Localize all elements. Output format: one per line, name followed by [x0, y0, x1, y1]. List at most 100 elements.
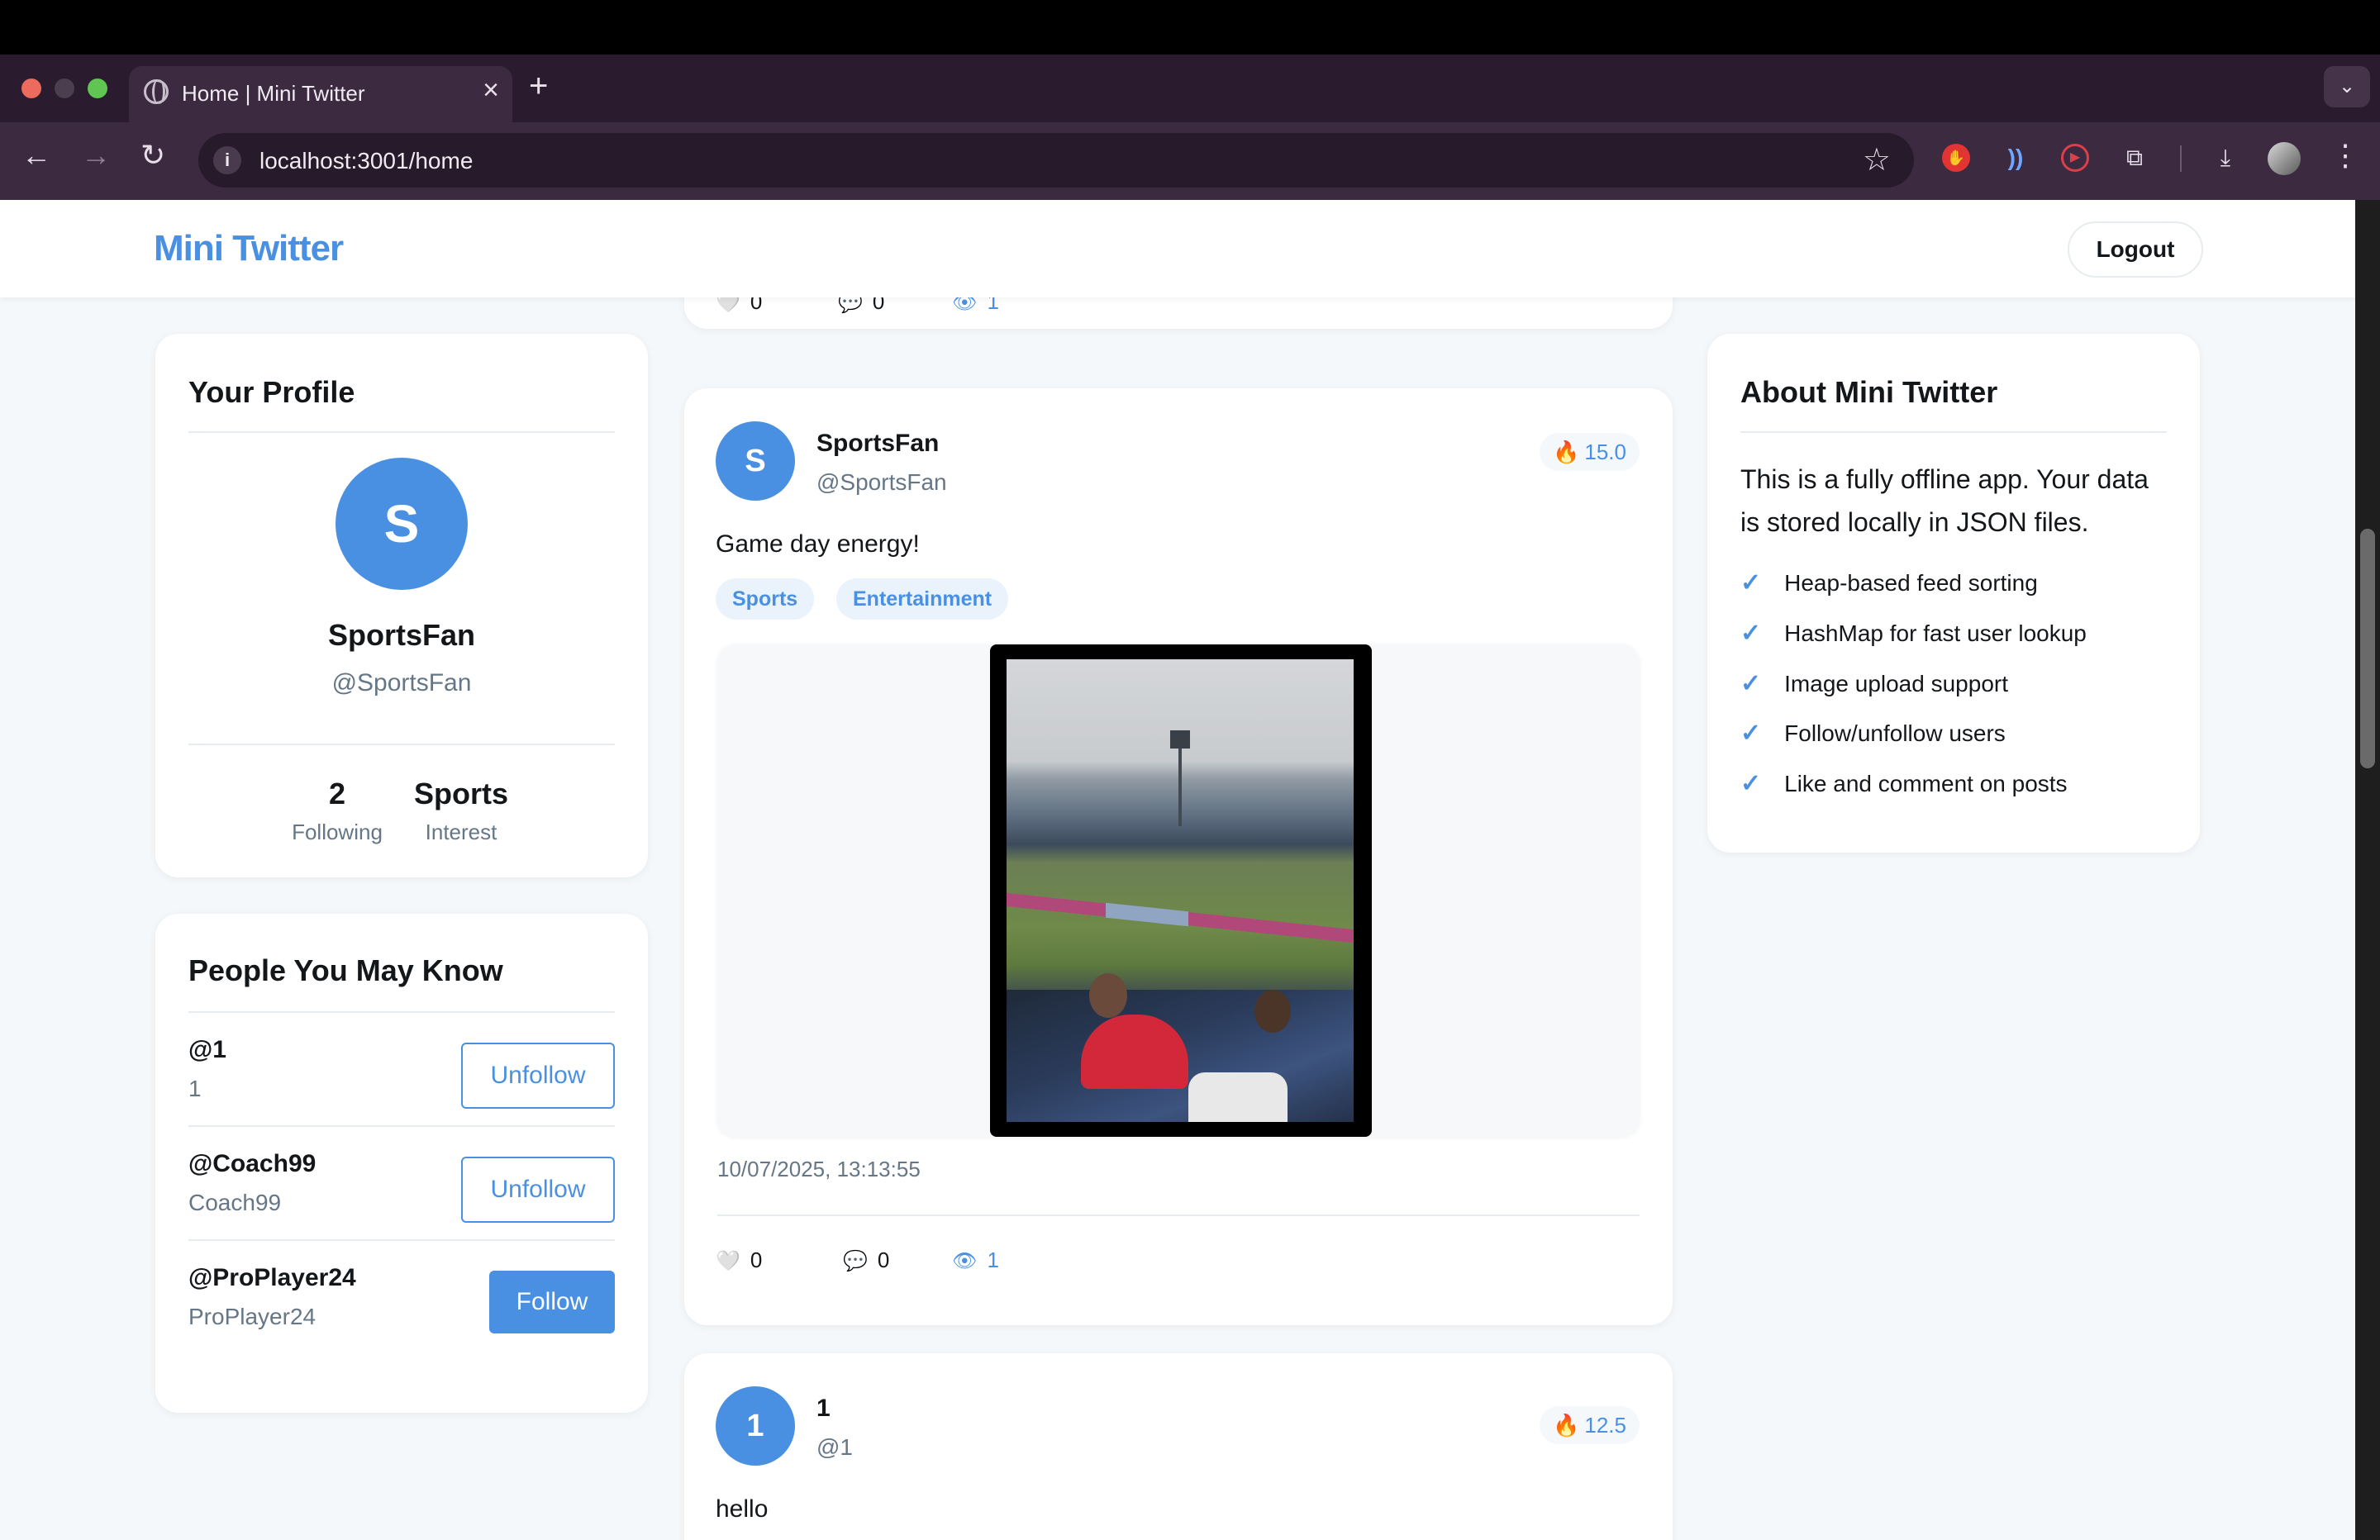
people-card-title: People You May Know — [188, 953, 503, 987]
feature-label: Image upload support — [1784, 671, 2008, 696]
extension-play-icon[interactable]: ▶ — [2061, 144, 2089, 172]
person-handle[interactable]: @1 — [188, 1036, 226, 1064]
unfollow-button[interactable]: Unfollow — [461, 1157, 615, 1223]
comment-icon: 💬 — [843, 1250, 868, 1272]
feed-post: S SportsFan @SportsFan 🔥 15.0 Game day en… — [684, 388, 1673, 1325]
logout-button[interactable]: Logout — [2068, 221, 2203, 278]
eye-icon: 👁 — [952, 1250, 978, 1272]
post-author-handle[interactable]: @SportsFan — [816, 469, 947, 496]
bookmark-star-icon[interactable]: ☆ — [1863, 141, 1891, 178]
address-bar[interactable]: i localhost:3001/home ☆ — [198, 133, 1914, 188]
extensions-puzzle-icon[interactable]: ⧉ — [2121, 144, 2149, 172]
divider — [188, 431, 615, 433]
feature-label: HashMap for fast user lookup — [1784, 620, 2087, 646]
tab-search-chevron-icon[interactable]: ⌄ — [2324, 66, 2370, 107]
score-badge: 🔥 12.5 — [1540, 1406, 1640, 1444]
post-author-name[interactable]: 1 — [816, 1395, 831, 1423]
maximize-window-button[interactable] — [88, 78, 107, 98]
site-info-icon[interactable]: i — [213, 146, 241, 174]
spectator-shirt — [1188, 1072, 1288, 1122]
about-card-title: About Mini Twitter — [1740, 375, 1998, 409]
follow-button[interactable]: Follow — [489, 1271, 615, 1333]
back-arrow-icon[interactable]: ← — [21, 140, 51, 170]
profile-handle: @SportsFan — [331, 669, 472, 696]
menu-bar-strip — [0, 0, 2380, 55]
check-icon: ✓ — [1740, 670, 1762, 697]
profile-card-title: Your Profile — [188, 375, 355, 409]
person-name: ProPlayer24 — [188, 1304, 317, 1329]
spectator-head — [1254, 990, 1291, 1033]
minimize-window-button[interactable] — [55, 78, 74, 98]
avatar[interactable]: S — [336, 458, 468, 590]
forward-arrow-icon[interactable]: → — [81, 140, 111, 170]
check-icon: ✓ — [1740, 720, 1762, 747]
fire-icon: 🔥 — [1553, 440, 1580, 464]
profile-name: SportsFan — [327, 618, 475, 652]
download-icon[interactable]: ⤓ — [2211, 144, 2240, 172]
following-count: 2 — [328, 777, 346, 810]
feature-item: ✓ Heap-based feed sorting — [1740, 568, 2038, 597]
like-count: 0 — [750, 1248, 763, 1272]
unfollow-button[interactable]: Unfollow — [461, 1043, 615, 1109]
stadium-photo — [1007, 659, 1354, 1122]
extension-audio-icon[interactable]: )) — [2002, 144, 2030, 172]
post-timestamp: 10/07/2025, 13:13:55 — [717, 1157, 921, 1181]
brand-logo[interactable]: Mini Twitter — [154, 228, 344, 269]
browser-tab-home[interactable]: Home | Mini Twitter × — [129, 66, 512, 122]
floodlight-pole — [1178, 735, 1182, 826]
author-avatar[interactable]: 1 — [716, 1386, 795, 1466]
new-tab-button[interactable]: + — [529, 69, 548, 102]
score-badge: 🔥 15.0 — [1540, 433, 1640, 471]
pitch-strip — [1106, 902, 1188, 927]
comment-button[interactable]: 💬 0 — [843, 1248, 889, 1273]
author-avatar[interactable]: S — [716, 421, 795, 501]
following-label: Following — [292, 820, 383, 844]
tag-entertainment[interactable]: Entertainment — [836, 578, 1009, 620]
check-icon: ✓ — [1740, 569, 1762, 597]
post-author-name[interactable]: SportsFan — [816, 430, 939, 458]
more-menu-icon[interactable]: ⋮ — [2330, 140, 2360, 170]
profile-avatar-icon[interactable] — [2268, 142, 2301, 175]
feature-item: ✓ Follow/unfollow users — [1740, 719, 2006, 748]
fire-icon: 🔥 — [1553, 1413, 1580, 1438]
post-text: hello — [716, 1495, 769, 1523]
scrollbar-thumb[interactable] — [2360, 529, 2375, 768]
feature-label: Follow/unfollow users — [1784, 720, 2006, 746]
stat-following[interactable]: 2 Following — [288, 777, 387, 845]
check-icon: ✓ — [1740, 620, 1762, 647]
feature-item: ✓ Image upload support — [1740, 669, 2008, 698]
score-value: 15.0 — [1584, 440, 1626, 464]
reload-icon[interactable]: ↻ — [140, 140, 165, 170]
list-item: @1 1 Unfollow — [188, 1013, 615, 1127]
person-name: 1 — [188, 1076, 202, 1101]
post-text: Game day energy! — [716, 530, 920, 558]
tag-sports[interactable]: Sports — [716, 578, 815, 620]
url-text[interactable]: localhost:3001/home — [259, 148, 473, 174]
feature-item: ✓ HashMap for fast user lookup — [1740, 619, 2087, 648]
comment-count: 0 — [877, 1248, 890, 1272]
globe-icon — [144, 79, 169, 104]
floodlight — [1170, 730, 1190, 749]
post-media-container — [717, 644, 1640, 1137]
check-icon: ✓ — [1740, 770, 1762, 797]
about-description: This is a fully offline app. Your data i… — [1740, 464, 2149, 537]
post-image[interactable] — [990, 644, 1372, 1137]
feed-post-next: 1 1 @1 🔥 12.5 hello — [684, 1353, 1673, 1540]
post-author-handle[interactable]: @1 — [816, 1434, 853, 1461]
divider — [717, 1214, 1640, 1216]
view-count: 1 — [987, 1248, 999, 1272]
list-item: @ProPlayer24 ProPlayer24 Follow — [188, 1241, 615, 1355]
divider — [1740, 431, 2167, 433]
close-tab-icon[interactable]: × — [483, 76, 499, 104]
extension-hand-icon[interactable]: ✋ — [1942, 144, 1970, 172]
close-window-button[interactable] — [21, 78, 41, 98]
people-you-may-know-card: People You May Know @1 1 Unfollow @Coach… — [155, 914, 648, 1413]
about-card: About Mini Twitter This is a fully offli… — [1707, 334, 2200, 853]
tab-title: Home | Mini Twitter — [182, 81, 365, 106]
page-scrollbar[interactable] — [2355, 200, 2380, 1540]
app-header: Mini Twitter Logout — [0, 200, 2355, 297]
feature-item: ✓ Like and comment on posts — [1740, 769, 2068, 798]
like-button[interactable]: 🤍 0 — [716, 1248, 762, 1273]
person-handle[interactable]: @ProPlayer24 — [188, 1264, 356, 1292]
person-handle[interactable]: @Coach99 — [188, 1150, 316, 1178]
